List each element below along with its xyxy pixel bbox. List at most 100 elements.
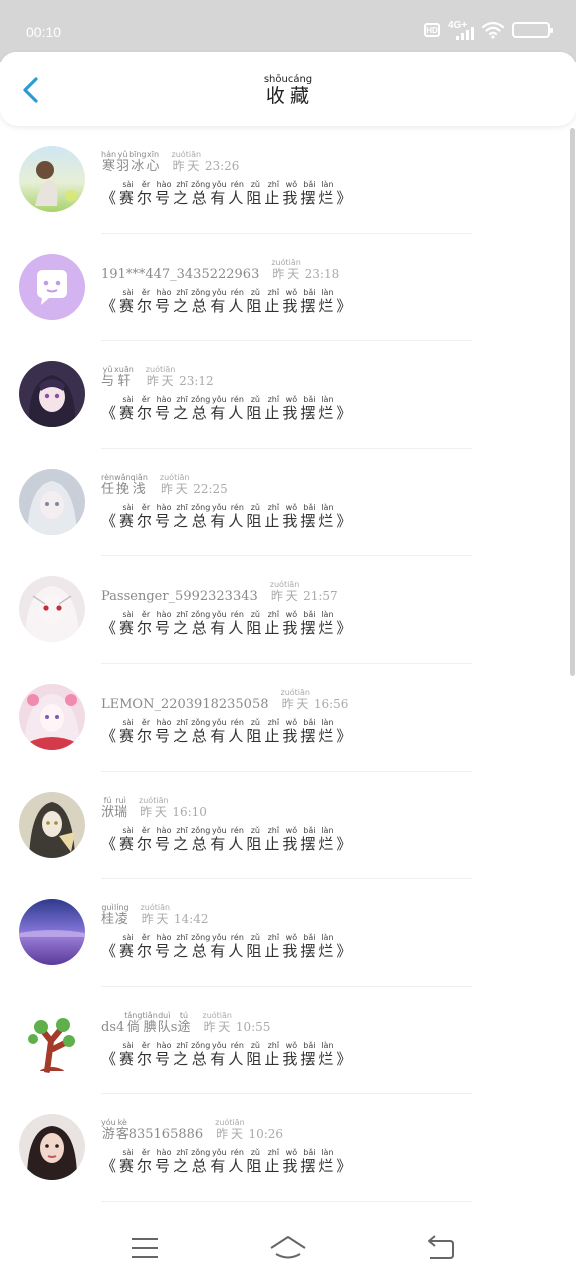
topic-char: 》 — [336, 189, 355, 207]
menu-icon[interactable] — [123, 1230, 167, 1266]
topic-title[interactable]: 《赛sài尔ěr号hào之zhī总zǒng有yǒu人rén阻zǔ止zhǐ我wǒ摆… — [101, 610, 354, 638]
topic-char: 我wǒ — [282, 287, 301, 315]
topic-char: 有yǒu — [210, 1148, 229, 1176]
list-item[interactable]: 任rèn挽wǎn浅qiǎn 昨zuó天tiān 22:25 《赛sài尔ěr号hào… — [0, 449, 568, 557]
home-icon[interactable] — [266, 1230, 310, 1266]
timestamp: 昨zuó天tiān 10:26 — [215, 1118, 283, 1142]
user-name[interactable]: 任rèn挽wǎn浅qiǎn — [101, 473, 148, 497]
avatar[interactable] — [19, 576, 85, 643]
list-item[interactable]: ds4倘tǎng腆tiǎn队duìs途tú 昨zuó天tiān 10:55 《赛sà… — [0, 987, 568, 1095]
back-icon[interactable] — [418, 1230, 462, 1266]
topic-char: 之zhī — [173, 502, 192, 530]
timestamp-char: 昨zuó — [145, 365, 160, 389]
status-time: 00:10 — [26, 24, 62, 40]
topic-char: 烂làn — [318, 502, 337, 530]
user-name[interactable]: 191***447_3435222963 — [101, 267, 259, 282]
avatar[interactable] — [19, 899, 85, 966]
topic-char: 赛sài — [119, 502, 138, 530]
topic-char: 摆bǎi — [300, 717, 319, 745]
topic-char: 总zǒng — [191, 502, 211, 530]
topic-char: 《 — [101, 511, 120, 530]
scrollbar[interactable] — [570, 128, 575, 676]
timestamp: 昨zuó天tiān 16:10 — [139, 796, 207, 820]
avatar[interactable] — [19, 683, 85, 750]
item-meta: 与yǔ轩xuān 昨zuó天tiān 23:12 — [101, 365, 214, 389]
timestamp-char: 10:26 — [244, 1127, 284, 1142]
timestamp-char: 昨zuó — [280, 687, 295, 711]
avatar[interactable] — [19, 361, 85, 428]
avatar[interactable] — [19, 253, 85, 320]
topic-title[interactable]: 《赛sài尔ěr号hào之zhī总zǒng有yǒu人rén阻zǔ止zhǐ我wǒ摆… — [101, 718, 354, 746]
user-name[interactable]: Passenger_5992323343 — [101, 589, 258, 604]
avatar[interactable] — [19, 468, 85, 535]
topic-char: 》 — [336, 511, 355, 530]
timestamp-char: 23:18 — [300, 266, 340, 281]
topic-char: 号hào — [155, 610, 174, 638]
topic-char: 人rén — [228, 502, 247, 530]
topic-title[interactable]: 《赛sài尔ěr号hào之zhī总zǒng有yǒu人rén阻zǔ止zhǐ我wǒ摆… — [101, 503, 354, 531]
topic-char: 有yǒu — [210, 395, 229, 423]
topic-char: 之zhī — [173, 717, 192, 745]
user-name-char: 心xīn — [146, 150, 160, 174]
title-char: 藏cáng — [287, 74, 313, 107]
topic-title[interactable]: 《赛sài尔ěr号hào之zhī总zǒng有yǒu人rén阻zǔ止zhǐ我wǒ摆… — [101, 180, 354, 208]
user-name[interactable]: 洑fú瑞ruì — [101, 796, 127, 820]
topic-char: 有yǒu — [210, 502, 229, 530]
topic-char: 之zhī — [173, 933, 192, 961]
topic-char: 总zǒng — [191, 933, 211, 961]
topic-title[interactable]: 《赛sài尔ěr号hào之zhī总zǒng有yǒu人rén阻zǔ止zhǐ我wǒ摆… — [101, 933, 354, 961]
timestamp-char: 21:57 — [299, 589, 338, 604]
topic-char: 《 — [101, 1157, 120, 1176]
user-name[interactable]: ds4倘tǎng腆tiǎn队duìs途tú — [101, 1011, 191, 1035]
topic-char: 阻zǔ — [246, 502, 265, 530]
timestamp-char: 23:12 — [175, 374, 214, 389]
list-item[interactable]: LEMON_2203918235058 昨zuó天tiān 16:56 《赛sài尔… — [0, 664, 568, 772]
topic-char: 我wǒ — [282, 502, 301, 530]
topic-char: 止zhǐ — [264, 717, 283, 745]
list-item[interactable]: 游yóu客kè835165886 昨zuó天tiān 10:26 《赛sài尔ěr号… — [0, 1094, 568, 1202]
topic-char: 尔ěr — [137, 825, 156, 853]
user-name[interactable]: 桂guì凌líng — [101, 903, 129, 927]
list-item[interactable]: Passenger_5992323343 昨zuó天tiān 21:57 《赛sài… — [0, 556, 568, 664]
topic-title[interactable]: 《赛sài尔ěr号hào之zhī总zǒng有yǒu人rén阻zǔ止zhǐ我wǒ摆… — [101, 395, 354, 423]
topic-char: 我wǒ — [282, 395, 301, 423]
topic-char: 阻zǔ — [246, 180, 265, 207]
list-item[interactable]: 与yǔ轩xuān 昨zuó天tiān 23:12 《赛sài尔ěr号hào之zhī总… — [0, 341, 568, 449]
user-name-char: 客kè — [115, 1118, 129, 1143]
user-name-char: 835165886 — [128, 1127, 204, 1143]
topic-char: 烂làn — [318, 180, 337, 207]
avatar[interactable] — [19, 146, 85, 212]
user-name[interactable]: 游yóu客kè835165886 — [101, 1118, 203, 1142]
timestamp: 昨zuó天tiān 23:18 — [271, 258, 339, 282]
avatar[interactable] — [19, 791, 85, 858]
topic-title[interactable]: 《赛sài尔ěr号hào之zhī总zǒng有yǒu人rén阻zǔ止zhǐ我wǒ摆… — [101, 288, 354, 316]
avatar[interactable] — [19, 1006, 85, 1073]
topic-title[interactable]: 《赛sài尔ěr号hào之zhī总zǒng有yǒu人rén阻zǔ止zhǐ我wǒ摆… — [101, 1148, 354, 1176]
topic-char: 人rén — [228, 933, 247, 961]
user-name[interactable]: 与yǔ轩xuān — [101, 365, 134, 389]
topic-char: 阻zǔ — [246, 1148, 265, 1176]
list-item[interactable]: 桂guì凌líng 昨zuó天tiān 14:42 《赛sài尔ěr号hào之zhī… — [0, 879, 568, 987]
list-item[interactable]: 寒hán羽yǔ冰bīng心xīn 昨zuó天tiān 23:26 《赛sài尔ěr号… — [0, 126, 568, 234]
topic-char: 《 — [101, 834, 120, 853]
topic-char: 《 — [101, 189, 120, 207]
user-name-char: 凌líng — [114, 903, 129, 928]
item-meta: Passenger_5992323343 昨zuó天tiān 21:57 — [101, 580, 338, 604]
topic-title[interactable]: 《赛sài尔ěr号hào之zhī总zǒng有yǒu人rén阻zǔ止zhǐ我wǒ摆… — [101, 826, 354, 854]
topic-char: 赛sài — [119, 287, 138, 315]
topic-char: 号hào — [155, 825, 174, 853]
user-name[interactable]: 寒hán羽yǔ冰bīng心xīn — [101, 150, 160, 174]
system-nav-bar — [0, 1216, 576, 1280]
timestamp-char: 10:55 — [232, 1019, 271, 1034]
list-item[interactable]: 191***447_3435222963 昨zuó天tiān 23:18 《赛sài… — [0, 234, 568, 342]
topic-char: 赛sài — [119, 180, 138, 207]
topic-char: 》 — [336, 726, 355, 745]
topic-char: 总zǒng — [191, 395, 211, 423]
topic-char: 烂làn — [318, 825, 337, 853]
topic-char: 止zhǐ — [264, 825, 283, 853]
user-name[interactable]: LEMON_2203918235058 — [101, 697, 269, 712]
list-item[interactable]: 洑fú瑞ruì 昨zuó天tiān 16:10 《赛sài尔ěr号hào之zhī总z… — [0, 772, 568, 880]
topic-title[interactable]: 《赛sài尔ěr号hào之zhī总zǒng有yǒu人rén阻zǔ止zhǐ我wǒ摆… — [101, 1041, 354, 1069]
avatar[interactable] — [19, 1114, 85, 1181]
timestamp-char: 天tiān — [283, 580, 300, 604]
